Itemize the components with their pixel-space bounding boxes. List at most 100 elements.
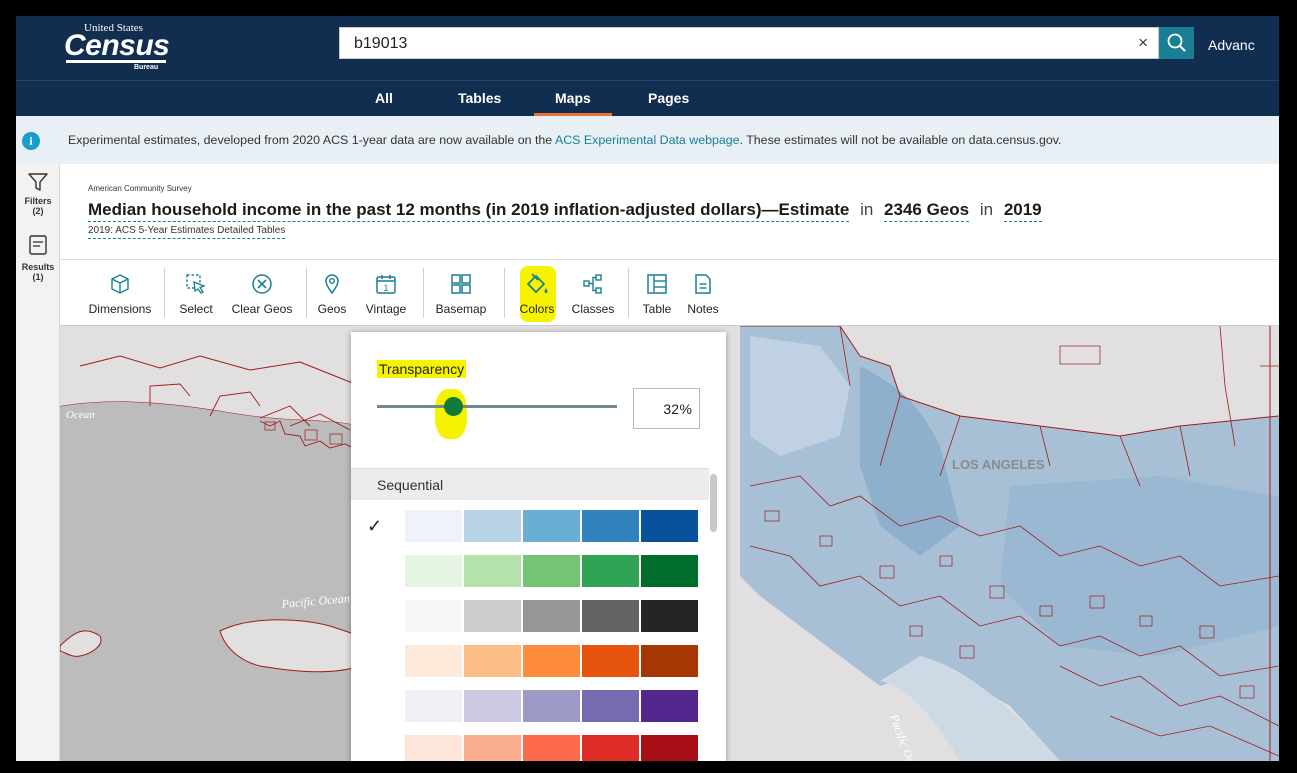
dimensions-label: Dimensions	[88, 302, 152, 316]
geos-label: Geos	[317, 302, 347, 316]
geos-button[interactable]: Geos	[312, 260, 352, 326]
vintage-button[interactable]: 1 Vintage	[358, 260, 414, 326]
dataset-subtitle[interactable]: 2019: ACS 5-Year Estimates Detailed Tabl…	[88, 225, 286, 239]
clear-geos-label: Clear Geos	[231, 302, 293, 316]
sequential-group-header: Sequential	[351, 468, 709, 500]
page-title: Median household income in the past 12 m…	[88, 200, 1042, 222]
color-swatch	[464, 600, 521, 632]
vintage-label: Vintage	[365, 302, 407, 316]
filters-count: (2)	[32, 206, 44, 216]
map-pin-icon	[325, 274, 339, 295]
color-swatch	[405, 735, 462, 761]
basemap-grid-icon	[451, 274, 471, 294]
results-icon	[29, 235, 47, 255]
clear-search-icon[interactable]: ×	[1138, 33, 1148, 53]
logo-underline	[66, 60, 166, 63]
tab-all[interactable]: All	[375, 90, 393, 106]
results-button[interactable]: Results (1)	[16, 226, 60, 296]
dimensions-button[interactable]: Dimensions	[84, 260, 156, 326]
color-swatch	[523, 510, 580, 542]
search-input[interactable]	[354, 34, 1054, 54]
colors-panel: Transparency 32 % Sequential ✓	[351, 332, 726, 761]
filters-label: Filters	[24, 196, 52, 206]
geos-link[interactable]: 2346 Geos	[884, 200, 970, 222]
table-title-area: American Community Survey Median househo…	[60, 164, 1279, 260]
results-count: (1)	[32, 272, 44, 282]
in-word: in	[979, 200, 994, 219]
tab-tables[interactable]: Tables	[458, 90, 501, 106]
advanced-search-link[interactable]: Advanc	[1208, 37, 1255, 53]
color-swatch	[641, 690, 698, 722]
clear-circle-icon	[252, 274, 272, 294]
color-swatch	[523, 645, 580, 677]
toolbar-divider	[628, 268, 629, 318]
basemap-label: Basemap	[435, 302, 487, 316]
tab-maps[interactable]: Maps	[555, 90, 591, 106]
color-swatch	[523, 555, 580, 587]
color-swatch	[464, 510, 521, 542]
left-rail: Filters (2) Results (1)	[16, 164, 60, 761]
site-header: United States Census Bureau × Advanc	[16, 16, 1279, 80]
table-button[interactable]: Table	[636, 260, 678, 326]
los-angeles-label: LOS ANGELES	[952, 457, 1045, 472]
banner-text-after: . These estimates will not be available …	[739, 133, 1062, 147]
experimental-data-link[interactable]: ACS Experimental Data webpage	[555, 133, 740, 147]
banner-text: Experimental estimates, developed from 2…	[68, 133, 1061, 147]
basemap-button[interactable]: Basemap	[428, 260, 494, 326]
color-swatch	[405, 645, 462, 677]
color-swatch	[582, 735, 639, 761]
notes-button[interactable]: Notes	[680, 260, 726, 326]
color-swatch	[523, 735, 580, 761]
census-logo[interactable]: United States Census Bureau	[64, 20, 174, 76]
classes-tree-icon	[583, 274, 602, 294]
percent-sign: %	[679, 401, 692, 417]
transparency-value: 32	[663, 401, 679, 417]
nav-tabs: All Tables Maps Pages	[16, 80, 1279, 116]
map-toolbar: Dimensions Select Clear Geos Geos 1 Vint…	[60, 260, 1279, 326]
color-swatch	[582, 645, 639, 677]
color-swatch	[641, 600, 698, 632]
colors-button[interactable]: Colors	[512, 260, 562, 326]
color-swatch	[641, 735, 698, 761]
color-swatch	[464, 555, 521, 587]
year-link[interactable]: 2019	[1003, 200, 1042, 222]
transparency-label: Transparency	[377, 360, 467, 378]
toolbar-divider	[306, 268, 307, 318]
color-ramp-row[interactable]	[405, 510, 699, 542]
panel-scrollbar[interactable]	[710, 474, 717, 532]
color-swatch	[582, 690, 639, 722]
ocean-label: Ocean	[66, 409, 95, 421]
color-swatch	[582, 555, 639, 587]
toolbar-divider	[504, 268, 505, 318]
classes-label: Classes	[571, 302, 615, 316]
logo-main-text: Census	[64, 29, 170, 62]
info-icon: i	[22, 132, 40, 150]
transparency-value-field[interactable]: 32 %	[633, 388, 700, 429]
results-label: Results	[21, 262, 55, 272]
tab-pages[interactable]: Pages	[648, 90, 689, 106]
search-button[interactable]	[1159, 27, 1194, 59]
calendar-icon-number: 1	[383, 283, 388, 293]
logo-bureau-text: Bureau	[134, 64, 159, 71]
color-ramp-row[interactable]	[405, 690, 699, 722]
table-icon	[647, 274, 667, 294]
in-word: in	[860, 200, 874, 219]
paint-bucket-icon	[526, 273, 548, 294]
survey-program: American Community Survey	[88, 184, 192, 193]
color-ramp-row[interactable]	[405, 600, 699, 632]
selected-check-icon: ✓	[367, 516, 383, 536]
color-ramp-row[interactable]	[405, 735, 699, 761]
clear-geos-button[interactable]: Clear Geos	[226, 260, 298, 326]
color-ramp-row[interactable]	[405, 555, 699, 587]
classes-button[interactable]: Classes	[566, 260, 620, 326]
color-ramp-row[interactable]	[405, 645, 699, 677]
color-swatch	[405, 555, 462, 587]
census-page: United States Census Bureau × Advanc All…	[16, 16, 1279, 761]
filters-button[interactable]: Filters (2)	[16, 164, 60, 226]
search-box: ×	[339, 27, 1159, 59]
table-title-link[interactable]: Median household income in the past 12 m…	[88, 200, 850, 222]
transparency-slider-track[interactable]	[377, 405, 617, 408]
notes-label: Notes	[687, 302, 719, 316]
select-button[interactable]: Select	[172, 260, 220, 326]
colors-label: Colors	[519, 302, 555, 316]
